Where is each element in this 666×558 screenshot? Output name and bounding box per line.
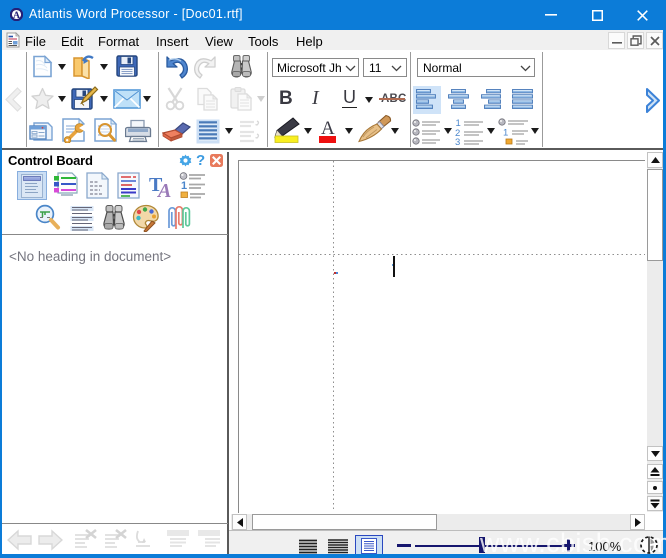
svg-text:A: A — [156, 180, 171, 199]
svg-text:1: 1 — [181, 180, 187, 192]
svg-text:A: A — [13, 10, 20, 21]
svg-text:1: 1 — [503, 128, 508, 139]
svg-text:3: 3 — [455, 137, 460, 145]
